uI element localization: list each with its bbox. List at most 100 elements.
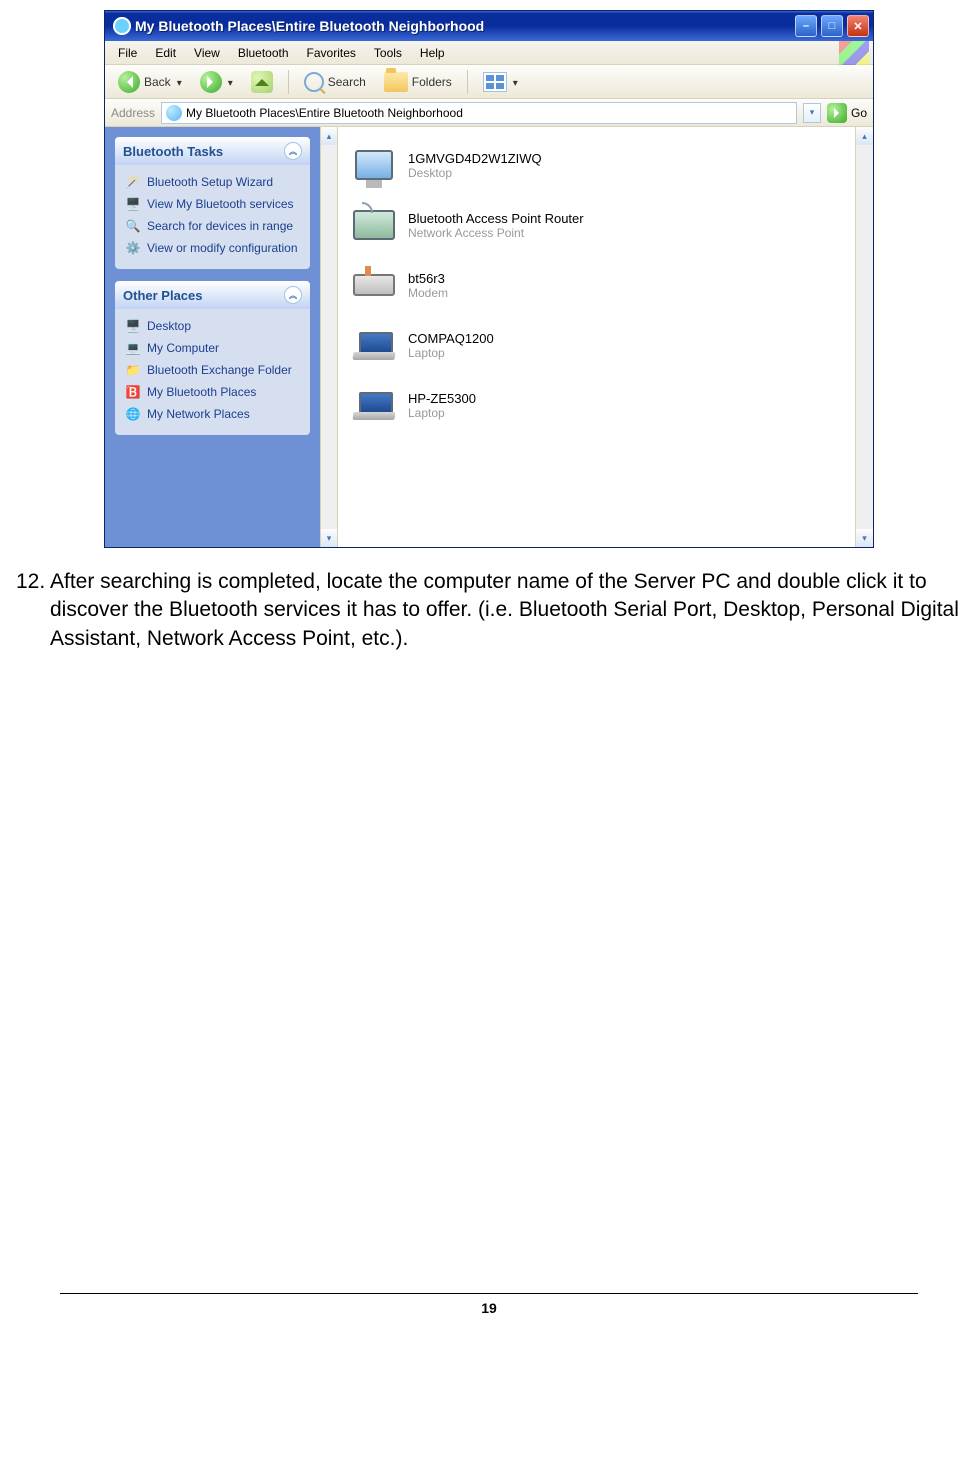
wizard-icon: 🪄 [125, 174, 141, 190]
other-places-header[interactable]: Other Places ︽ [115, 281, 310, 309]
views-icon [483, 72, 507, 92]
go-label: Go [851, 106, 867, 120]
search-label: Search [328, 75, 366, 89]
device-item[interactable]: COMPAQ1200Laptop [346, 315, 847, 375]
collapse-icon[interactable]: ︽ [284, 142, 302, 160]
titlebar[interactable]: My Bluetooth Places\Entire Bluetooth Nei… [105, 11, 873, 41]
task-label: Bluetooth Setup Wizard [147, 175, 273, 189]
place-label: My Bluetooth Places [147, 385, 256, 399]
device-item[interactable]: bt56r3Modem [346, 255, 847, 315]
toolbar-separator [288, 70, 289, 94]
menu-file[interactable]: File [109, 43, 146, 63]
scroll-up-arrow-icon[interactable]: ▴ [856, 127, 873, 145]
desktop-device-icon [355, 150, 393, 180]
laptop-device-icon [353, 332, 395, 358]
place-label: My Network Places [147, 407, 250, 421]
menu-edit[interactable]: Edit [146, 43, 185, 63]
folders-button[interactable]: Folders [377, 68, 459, 96]
device-name: bt56r3 [408, 271, 448, 286]
device-type: Laptop [408, 406, 476, 420]
page-number: 19 [0, 1300, 978, 1316]
scroll-up-arrow-icon[interactable]: ▴ [321, 127, 337, 145]
explorer-window: My Bluetooth Places\Entire Bluetooth Nei… [104, 10, 874, 548]
device-item[interactable]: Bluetooth Access Point RouterNetwork Acc… [346, 195, 847, 255]
task-item[interactable]: 🖥️View My Bluetooth services [125, 193, 300, 215]
folders-icon [384, 72, 408, 92]
collapse-icon[interactable]: ︽ [284, 286, 302, 304]
close-button[interactable]: ✕ [847, 15, 869, 37]
main-scrollbar[interactable]: ▴ ▾ [855, 127, 873, 547]
place-item[interactable]: 🌐 My Network Places [125, 403, 300, 425]
task-label: View or modify configuration [147, 241, 298, 255]
scroll-down-arrow-icon[interactable]: ▾ [856, 529, 873, 547]
place-item[interactable]: 💻 My Computer [125, 337, 300, 359]
menu-help[interactable]: Help [411, 43, 454, 63]
address-label: Address [111, 106, 155, 120]
config-icon: ⚙️ [125, 240, 141, 256]
task-item[interactable]: 🔍 Search for devices in range [125, 215, 300, 237]
search-icon [304, 72, 324, 92]
task-item[interactable]: 🪄 Bluetooth Setup Wizard [125, 171, 300, 193]
place-label: Desktop [147, 319, 191, 333]
address-dropdown[interactable]: ▾ [803, 103, 821, 123]
bluetooth-place-icon [166, 105, 182, 121]
maximize-button[interactable]: □ [821, 15, 843, 37]
bluetooth-tasks-panel: Bluetooth Tasks ︽ 🪄 Bluetooth Setup Wizar… [115, 137, 310, 269]
forward-button[interactable] [193, 67, 240, 97]
go-button[interactable]: Go [827, 103, 867, 123]
views-dropdown-icon[interactable] [511, 75, 518, 89]
views-button[interactable] [476, 68, 525, 96]
address-bar: Address ▾ Go [105, 99, 873, 127]
window-title: My Bluetooth Places\Entire Bluetooth Nei… [135, 18, 795, 34]
sidebar-scrollbar[interactable]: ▴ ▾ [320, 127, 338, 547]
place-label: Bluetooth Exchange Folder [147, 363, 292, 377]
device-type: Modem [408, 286, 448, 300]
menu-bar: File Edit View Bluetooth Favorites Tools… [105, 41, 873, 65]
device-name: HP-ZE5300 [408, 391, 476, 406]
other-places-panel: Other Places ︽ 🖥️Desktop 💻 My Computer 📁Blu… [115, 281, 310, 435]
computer-icon: 💻 [125, 340, 141, 356]
place-item[interactable]: 🅱️My Bluetooth Places [125, 381, 300, 403]
device-name: 1GMVGD4D2W1ZIWQ [408, 151, 542, 166]
step-number: 12. [16, 568, 50, 653]
device-item[interactable]: HP-ZE5300Laptop [346, 375, 847, 435]
task-item[interactable]: ⚙️ View or modify configuration [125, 237, 300, 259]
bluetooth-tasks-title: Bluetooth Tasks [123, 144, 223, 159]
device-type: Laptop [408, 346, 494, 360]
address-input-wrap[interactable] [161, 102, 797, 124]
up-folder-icon [251, 71, 273, 93]
menu-view[interactable]: View [185, 43, 229, 63]
place-item[interactable]: 📁Bluetooth Exchange Folder [125, 359, 300, 381]
scroll-track[interactable] [856, 145, 873, 529]
toolbar: Back Search Folders [105, 65, 873, 99]
address-input[interactable] [186, 106, 792, 120]
search-icon: 🔍 [125, 218, 141, 234]
go-arrow-icon [827, 103, 847, 123]
minimize-button[interactable]: – [795, 15, 817, 37]
instruction-step: 12. After searching is completed, locate… [0, 568, 978, 653]
place-label: My Computer [147, 341, 219, 355]
task-label: Search for devices in range [147, 219, 293, 233]
document-page: My Bluetooth Places\Entire Bluetooth Nei… [0, 10, 978, 1316]
toolbar-separator [467, 70, 468, 94]
network-icon: 🌐 [125, 406, 141, 422]
search-button[interactable]: Search [297, 68, 373, 96]
scroll-track[interactable] [321, 145, 337, 529]
menu-tools[interactable]: Tools [365, 43, 411, 63]
menu-favorites[interactable]: Favorites [298, 43, 365, 63]
forward-dropdown-icon[interactable] [226, 75, 233, 89]
device-item[interactable]: 1GMVGD4D2W1ZIWQDesktop [346, 135, 847, 195]
back-dropdown-icon[interactable] [175, 75, 182, 89]
content-area: Bluetooth Tasks ︽ 🪄 Bluetooth Setup Wizar… [105, 127, 873, 547]
bluetooth-tasks-header[interactable]: Bluetooth Tasks ︽ [115, 137, 310, 165]
device-name: Bluetooth Access Point Router [408, 211, 584, 226]
menu-bluetooth[interactable]: Bluetooth [229, 43, 298, 63]
up-button[interactable] [244, 67, 280, 97]
scroll-down-arrow-icon[interactable]: ▾ [321, 529, 337, 547]
back-arrow-icon [118, 71, 140, 93]
back-button[interactable]: Back [111, 67, 189, 97]
place-item[interactable]: 🖥️Desktop [125, 315, 300, 337]
laptop-device-icon [353, 392, 395, 418]
device-name: COMPAQ1200 [408, 331, 494, 346]
access-point-icon [353, 210, 395, 240]
